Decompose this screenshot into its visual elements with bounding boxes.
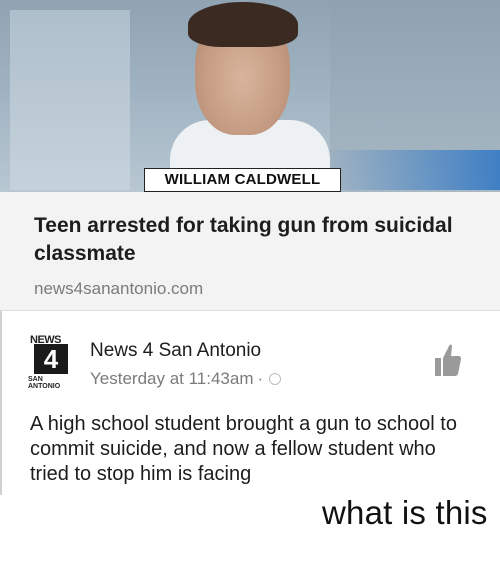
globe-icon — [269, 373, 282, 385]
meta-separator: · — [257, 369, 264, 388]
post-photo[interactable]: WILLIAM CALDWELL — [0, 0, 500, 192]
thumbs-up-icon[interactable] — [434, 342, 462, 378]
logo-number: 4 — [34, 344, 68, 374]
meme-caption: what is this — [322, 494, 488, 531]
page-name-link[interactable]: News 4 San Antonio — [90, 340, 261, 362]
background-stripe — [320, 150, 500, 190]
background-window — [10, 10, 130, 190]
link-preview-card[interactable]: Teen arrested for taking gun from suicid… — [0, 192, 500, 311]
person-hair — [188, 2, 298, 47]
post-meta: Yesterday at 11:43am · — [90, 369, 282, 389]
link-domain: news4sanantonio.com — [34, 279, 204, 298]
post-body-text: A high school student brought a gun to s… — [30, 413, 457, 485]
logo-city-text: SAN ANTONIO — [28, 376, 61, 390]
facebook-post: WILLIAM CALDWELL Teen arrested for takin… — [0, 0, 500, 495]
post-timestamp[interactable]: Yesterday at 11:43am — [90, 369, 254, 389]
page-avatar[interactable]: NEWS 4 SAN ANTONIO — [28, 332, 76, 390]
photo-caption: WILLIAM CALDWELL — [144, 168, 341, 192]
link-headline[interactable]: Teen arrested for taking gun from suicid… — [34, 212, 474, 268]
